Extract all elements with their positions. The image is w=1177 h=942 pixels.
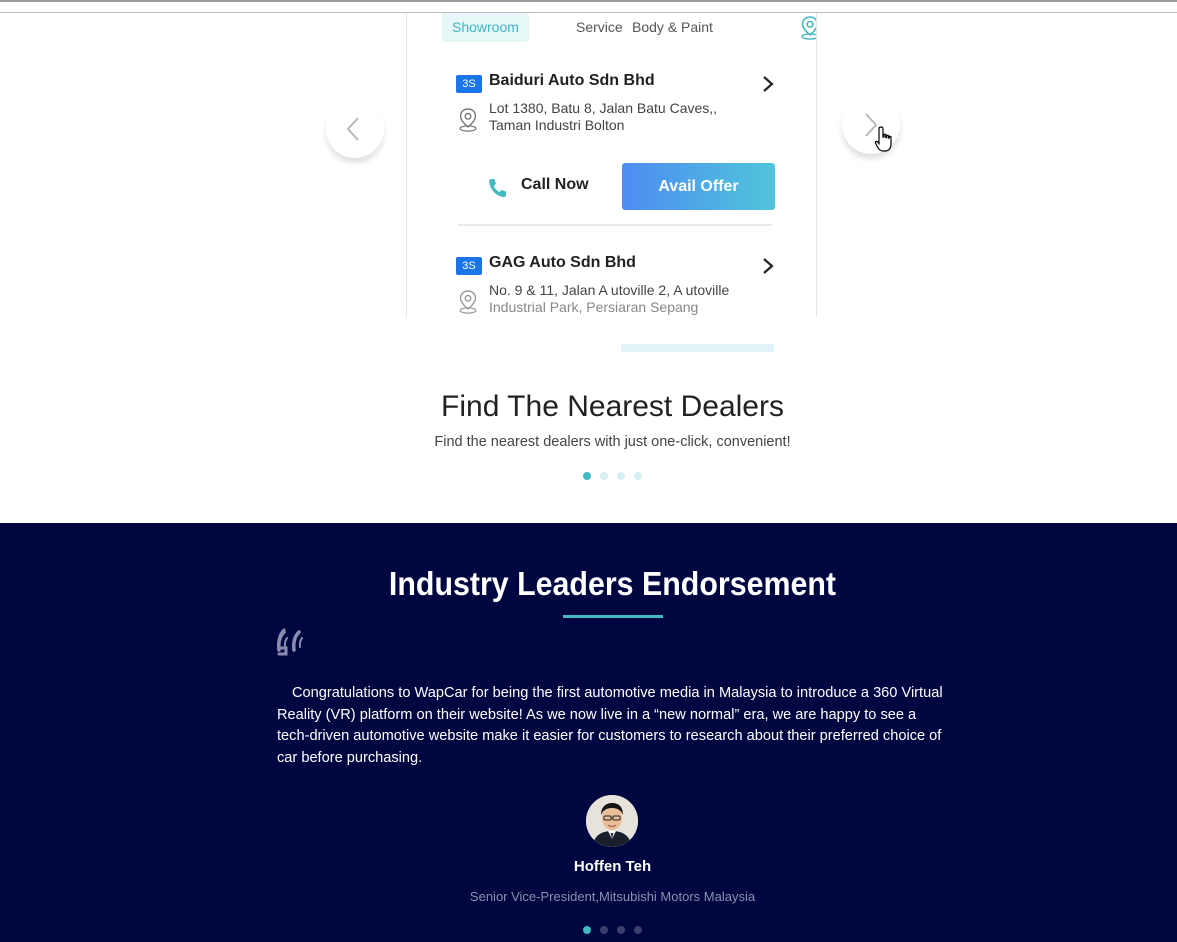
avail-offer-button[interactable]: Avail Offer — [622, 163, 775, 210]
location-pin-icon — [459, 108, 477, 132]
person-portrait-icon — [586, 795, 638, 847]
endorsement-title: Industry Leaders Endorsement — [388, 565, 837, 602]
dealer-name: Baiduri Auto Sdn Bhd — [489, 72, 655, 89]
location-pin-icon — [459, 290, 477, 314]
endorsement-quote: Congratulations to WapCar for being the … — [277, 685, 943, 766]
hand-cursor-icon — [874, 126, 892, 152]
chevron-right-icon[interactable] — [761, 74, 775, 94]
slide-title: Find The Nearest Dealers — [441, 390, 784, 423]
dealer-address-line2: Industrial Park, Persiaran Sepang — [489, 299, 699, 315]
pagination-dot[interactable] — [600, 472, 608, 480]
dealer-address-line1: No. 9 & 11, Jalan A utoville 2, A utovil… — [489, 282, 730, 298]
tab-showroom[interactable]: Showroom — [442, 13, 529, 42]
dealer-address-line2: Taman Industri Bolton — [489, 117, 625, 133]
pagination-dot[interactable] — [583, 926, 591, 934]
endorsement-section: Industry Leaders Endorsement Congratulat… — [0, 523, 1177, 942]
dealer-name: GAG Auto Sdn Bhd — [489, 254, 636, 271]
quote-icon — [277, 628, 303, 656]
dealer-badge: 3S — [456, 257, 482, 275]
dealer-badge: 3S — [456, 75, 482, 93]
pagination-dot[interactable] — [617, 472, 625, 480]
pagination-dot[interactable] — [634, 926, 642, 934]
endorser-title: Senior Vice-President,Mitsubishi Motors … — [469, 889, 756, 904]
chevron-right-icon[interactable] — [761, 256, 775, 276]
dealer-type-tabs: Showroom Service Body & Paint — [442, 13, 816, 43]
pagination-dot[interactable] — [583, 472, 591, 480]
chevron-left-icon — [346, 117, 359, 141]
avatar — [586, 795, 638, 847]
phone-icon — [489, 179, 506, 197]
endorser-name: Hoffen Teh — [573, 858, 652, 875]
avail-offer-button-faded — [621, 344, 774, 352]
dealer-divider — [458, 224, 772, 226]
carousel-prev-button[interactable] — [326, 100, 384, 158]
dealer-address-line1: Lot 1380, Batu 8, Jalan Batu Caves,, — [489, 100, 718, 116]
pagination-dot[interactable] — [600, 926, 608, 934]
call-now-label: Call Now — [521, 176, 589, 193]
top-border — [0, 0, 1177, 2]
slide-subtitle: Find the nearest dealers with just one-c… — [434, 434, 791, 450]
dealer-finder-mockup: Showroom Service Body & Paint 3S Baiduri… — [406, 13, 817, 317]
map-pin-icon[interactable] — [798, 15, 817, 41]
tab-body-paint[interactable]: Body & Paint — [622, 13, 723, 42]
pagination-dot[interactable] — [617, 926, 625, 934]
pagination-dot[interactable] — [634, 472, 642, 480]
title-underline — [563, 615, 663, 618]
